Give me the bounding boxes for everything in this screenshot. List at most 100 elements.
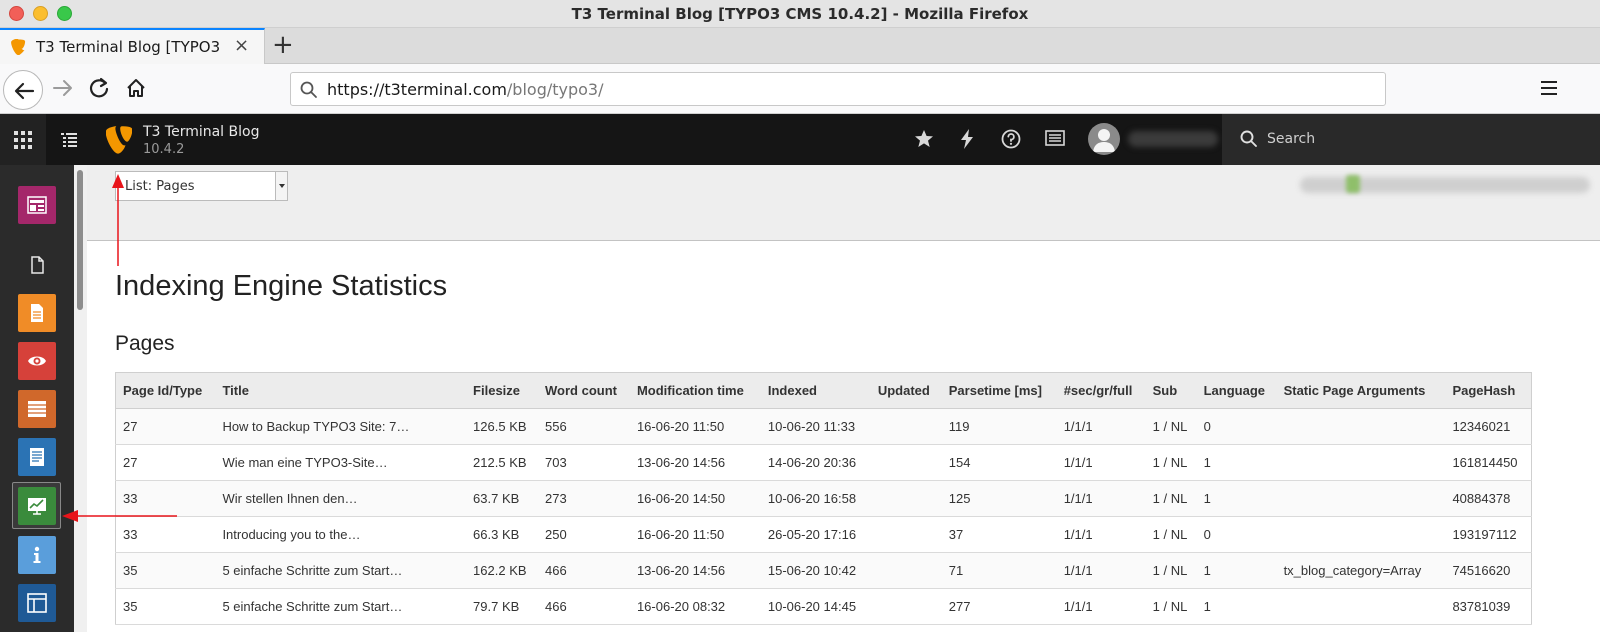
module-empty-page[interactable] <box>18 246 56 284</box>
cell-language: 0 <box>1196 516 1277 553</box>
function-menu-select[interactable]: List: Pages <box>115 171 288 201</box>
cell-title[interactable]: How to Backup TYPO3 Site: 7… <box>215 408 467 445</box>
cell-language: 1 <box>1196 480 1277 517</box>
cell-modification-time: 16-06-20 11:50 <box>629 408 761 445</box>
cell-sub: 1 / NL <box>1145 588 1197 625</box>
cell-language: 1 <box>1196 552 1277 589</box>
page-tree-toggle-icon[interactable] <box>61 132 77 148</box>
cell-page-id: 27 <box>115 408 216 445</box>
user-avatar[interactable] <box>1088 123 1120 155</box>
cell-parsetime: 119 <box>941 408 1057 445</box>
select-dropdown-arrow[interactable] <box>275 172 287 200</box>
section-title: Pages <box>115 332 175 355</box>
cell-sec-gr-full: 1/1/1 <box>1056 480 1146 517</box>
info-icon <box>33 546 41 563</box>
column-header: PageHash <box>1445 372 1533 409</box>
cell-parsetime: 154 <box>941 444 1057 481</box>
column-header: Filesize <box>466 372 538 409</box>
page-info-icon <box>30 448 44 466</box>
module-view[interactable] <box>18 342 56 380</box>
cell-filesize: 126.5 KB <box>466 408 538 445</box>
eye-icon <box>28 356 46 366</box>
column-header: Modification time <box>629 372 761 409</box>
window-title: T3 Terminal Blog [TYPO3 CMS 10.4.2] - Mo… <box>571 5 1029 23</box>
live-search[interactable]: Search <box>1222 114 1600 165</box>
tab-close-icon[interactable]: × <box>234 35 249 56</box>
cell-modification-time: 13-06-20 14:56 <box>629 552 761 589</box>
username-blurred[interactable] <box>1128 131 1218 147</box>
indexing-statistics-table: Page Id/Type Title Filesize Word count M… <box>115 372 1533 625</box>
cell-sec-gr-full: 1/1/1 <box>1056 516 1146 553</box>
cell-title[interactable]: Wie man eine TYPO3-Site… <box>215 444 467 481</box>
table-row[interactable]: 27 How to Backup TYPO3 Site: 7… 126.5 KB… <box>115 408 1533 445</box>
cell-word-count: 703 <box>538 444 630 481</box>
cell-title[interactable]: Wir stellen Ihnen den… <box>215 480 467 517</box>
table-row[interactable]: 35 5 einfache Schritte zum Start… 79.7 K… <box>115 588 1533 625</box>
module-list[interactable] <box>18 390 56 428</box>
help-icon[interactable] <box>1001 129 1021 149</box>
reload-icon[interactable] <box>88 77 110 99</box>
list-document-icon <box>31 304 43 322</box>
cell-title[interactable]: Introducing you to the… <box>215 516 467 553</box>
table-row[interactable]: 33 Introducing you to the… 66.3 KB 250 1… <box>115 516 1533 553</box>
cell-updated <box>870 408 942 445</box>
table-row[interactable]: 33 Wir stellen Ihnen den… 63.7 KB 273 16… <box>115 480 1533 517</box>
module-menu-toggle[interactable] <box>0 114 46 165</box>
cell-filesize: 212.5 KB <box>466 444 538 481</box>
table-header-row: Page Id/Type Title Filesize Word count M… <box>115 372 1533 409</box>
navigation-toolbar: https://t3terminal.com/blog/typo3/ <box>0 64 1600 114</box>
document-icon <box>31 256 44 274</box>
cell-page-id: 33 <box>115 480 216 517</box>
cell-language: 0 <box>1196 408 1277 445</box>
table-row[interactable]: 27 Wie man eine TYPO3-Site… 212.5 KB 703… <box>115 444 1533 481</box>
cell-word-count: 273 <box>538 480 630 517</box>
typo3-logo-icon[interactable] <box>106 126 132 154</box>
url-bar[interactable]: https://t3terminal.com/blog/typo3/ <box>290 72 1386 106</box>
system-information-icon[interactable] <box>1045 129 1065 147</box>
sidebar-scrollbar-thumb[interactable] <box>77 170 83 310</box>
cell-static-args <box>1276 588 1446 625</box>
cell-language: 1 <box>1196 588 1277 625</box>
module-info[interactable] <box>18 438 56 476</box>
cell-sub: 1 / NL <box>1145 552 1197 589</box>
new-tab-button[interactable]: + <box>272 30 294 60</box>
cell-static-args <box>1276 516 1446 553</box>
cell-modification-time: 16-06-20 08:32 <box>629 588 761 625</box>
back-button[interactable] <box>3 70 43 110</box>
window-titlebar: T3 Terminal Blog [TYPO3 CMS 10.4.2] - Mo… <box>0 0 1600 28</box>
cell-filesize: 66.3 KB <box>466 516 538 553</box>
cell-sec-gr-full: 1/1/1 <box>1056 588 1146 625</box>
cell-static-args: tx_blog_category=Array <box>1276 552 1446 589</box>
cell-filesize: 162.2 KB <box>466 552 538 589</box>
url-host: https://t3terminal.com <box>327 80 507 99</box>
module-template[interactable] <box>18 584 56 622</box>
function-menu-value: List: Pages <box>125 179 195 194</box>
module-system-info[interactable] <box>18 536 56 574</box>
home-icon[interactable] <box>125 77 147 99</box>
app-grid-icon <box>14 131 32 149</box>
module-view-list[interactable] <box>18 294 56 332</box>
bookmark-star-icon[interactable] <box>914 129 934 149</box>
column-header: Indexed <box>760 372 871 409</box>
flush-cache-bolt-icon[interactable] <box>960 129 974 149</box>
hamburger-menu-icon[interactable] <box>1540 79 1558 97</box>
module-indexed-search[interactable] <box>18 487 56 525</box>
cell-title[interactable]: 5 einfache Schritte zum Start… <box>215 552 467 589</box>
cell-word-count: 250 <box>538 516 630 553</box>
cell-title[interactable]: 5 einfache Schritte zum Start… <box>215 588 467 625</box>
cell-updated <box>870 444 942 481</box>
module-sidebar <box>0 165 74 632</box>
forward-arrow-icon[interactable] <box>52 77 74 99</box>
cell-word-count: 466 <box>538 552 630 589</box>
column-header: Page Id/Type <box>115 372 216 409</box>
cell-page-id: 27 <box>115 444 216 481</box>
module-page[interactable] <box>18 186 56 224</box>
statistics-chart-icon <box>28 498 46 515</box>
cell-page-id: 33 <box>115 516 216 553</box>
table-row[interactable]: 35 5 einfache Schritte zum Start… 162.2 … <box>115 552 1533 589</box>
cell-language: 1 <box>1196 444 1277 481</box>
cell-modification-time: 16-06-20 14:50 <box>629 480 761 517</box>
browser-tab-active[interactable]: T3 Terminal Blog [TYPO3 × <box>0 28 265 64</box>
url-text: https://t3terminal.com/blog/typo3/ <box>327 80 604 99</box>
cell-parsetime: 125 <box>941 480 1057 517</box>
